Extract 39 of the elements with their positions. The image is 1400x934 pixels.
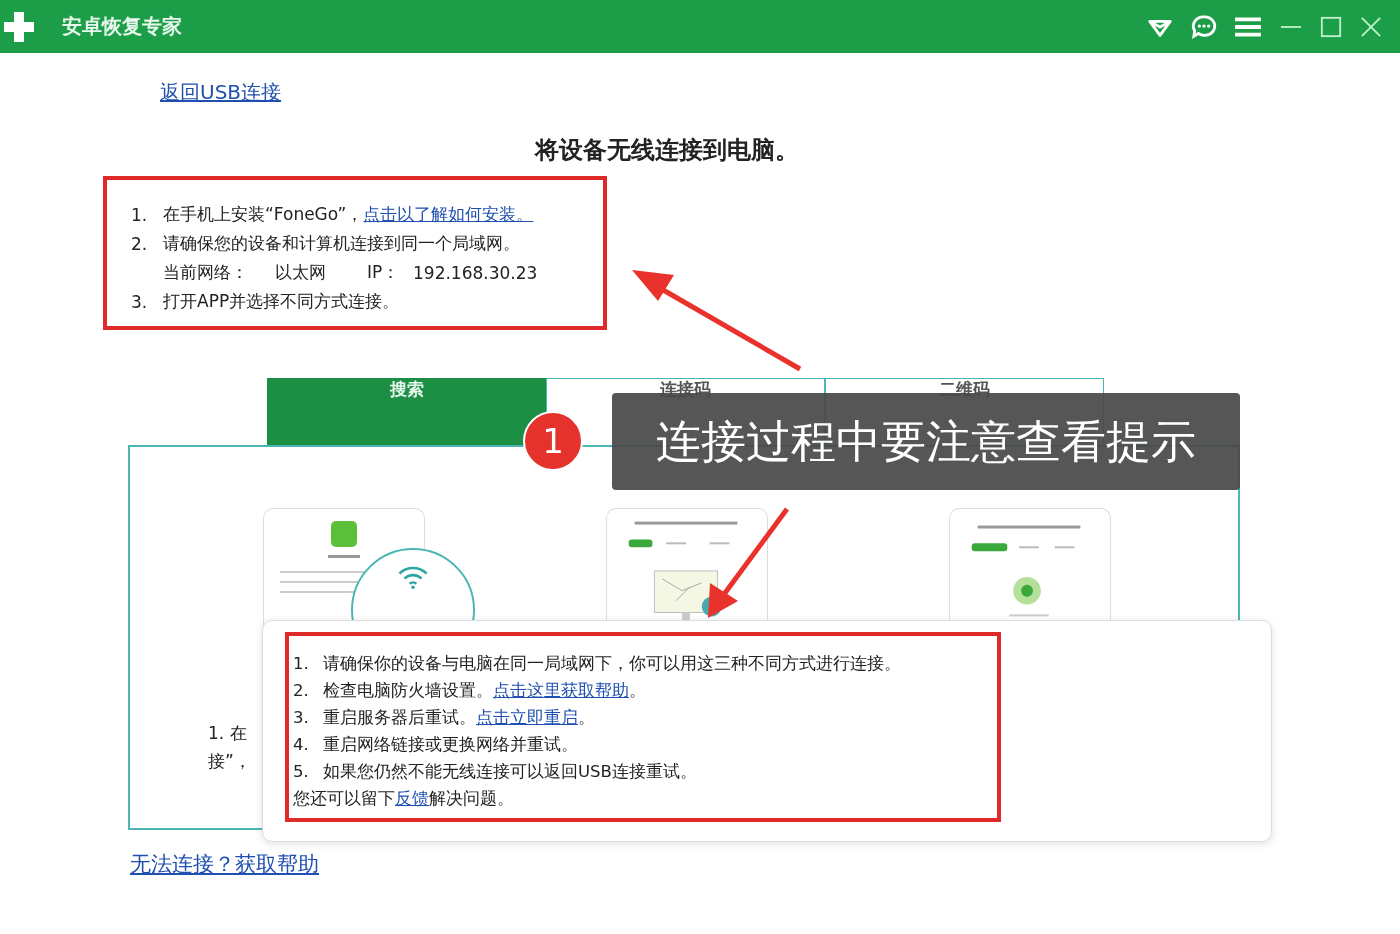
window-title: 安卓恢复专家 <box>62 13 182 40</box>
plus-logo-icon <box>2 9 36 44</box>
step-text: 请确保您的设备和计算机连接到同一个局域网。 <box>163 232 520 255</box>
step-number: 3. <box>131 291 149 312</box>
tip-number: 2. <box>293 681 310 700</box>
step-text: 打开APP并选择不同方式连接。 <box>163 290 400 313</box>
maximize-icon[interactable] <box>1320 15 1342 38</box>
instruction-text: 接”， <box>208 750 251 773</box>
tip-text: 请确保你的设备与电脑在同一局域网下，你可以用这三种不同方式进行连接。 <box>323 652 901 675</box>
tip-number: 3. <box>293 708 310 727</box>
callout-tooltip: 连接过程中要注意查看提示 <box>612 393 1240 490</box>
network-value: 以太网 <box>275 261 327 284</box>
back-link[interactable]: 返回USB连接 <box>160 79 282 106</box>
ip-label: IP： <box>367 261 401 284</box>
network-label: 当前网络： <box>163 261 249 284</box>
chat-icon[interactable] <box>1190 13 1218 40</box>
wifi-icon <box>396 564 430 590</box>
tip-number: 4. <box>293 735 310 754</box>
tab[interactable]: 搜索 <box>267 378 546 445</box>
tip-text: 重启网络链接或更换网络并重试。 <box>323 733 578 756</box>
tip-number: 5. <box>293 762 310 781</box>
tip-link[interactable]: 点击这里获取帮助 <box>493 680 629 700</box>
step-badge: 1 <box>523 411 583 471</box>
tip-link[interactable]: 点击立即重启 <box>476 707 578 727</box>
tip-number: 1. <box>293 654 310 673</box>
page-heading: 将设备无线连接到电脑。 <box>535 135 799 166</box>
install-help-link[interactable]: 点击以了解如何安装。 <box>363 204 534 224</box>
tip-text: 检查电脑防火墙设置。点击这里获取帮助。 <box>323 679 646 702</box>
step-text: 在手机上安装“FoneGo”，点击以了解如何安装。 <box>163 203 534 226</box>
instruction-text: 1. 在 <box>208 722 247 745</box>
feedback-link[interactable]: 反馈 <box>395 788 429 808</box>
feedback-text: 您还可以留下反馈解决问题。 <box>293 787 514 810</box>
tip-text: 重启服务器后重试。点击立即重启。 <box>323 706 595 729</box>
step-number: 2. <box>131 233 149 254</box>
step-number: 1. <box>131 204 149 225</box>
ip-address: 192.168.30.23 <box>413 262 538 283</box>
help-link[interactable]: 无法连接？获取帮助 <box>130 850 319 878</box>
close-icon[interactable] <box>1360 15 1382 38</box>
tip-text: 如果您仍然不能无线连接可以返回USB连接重试。 <box>323 760 697 783</box>
